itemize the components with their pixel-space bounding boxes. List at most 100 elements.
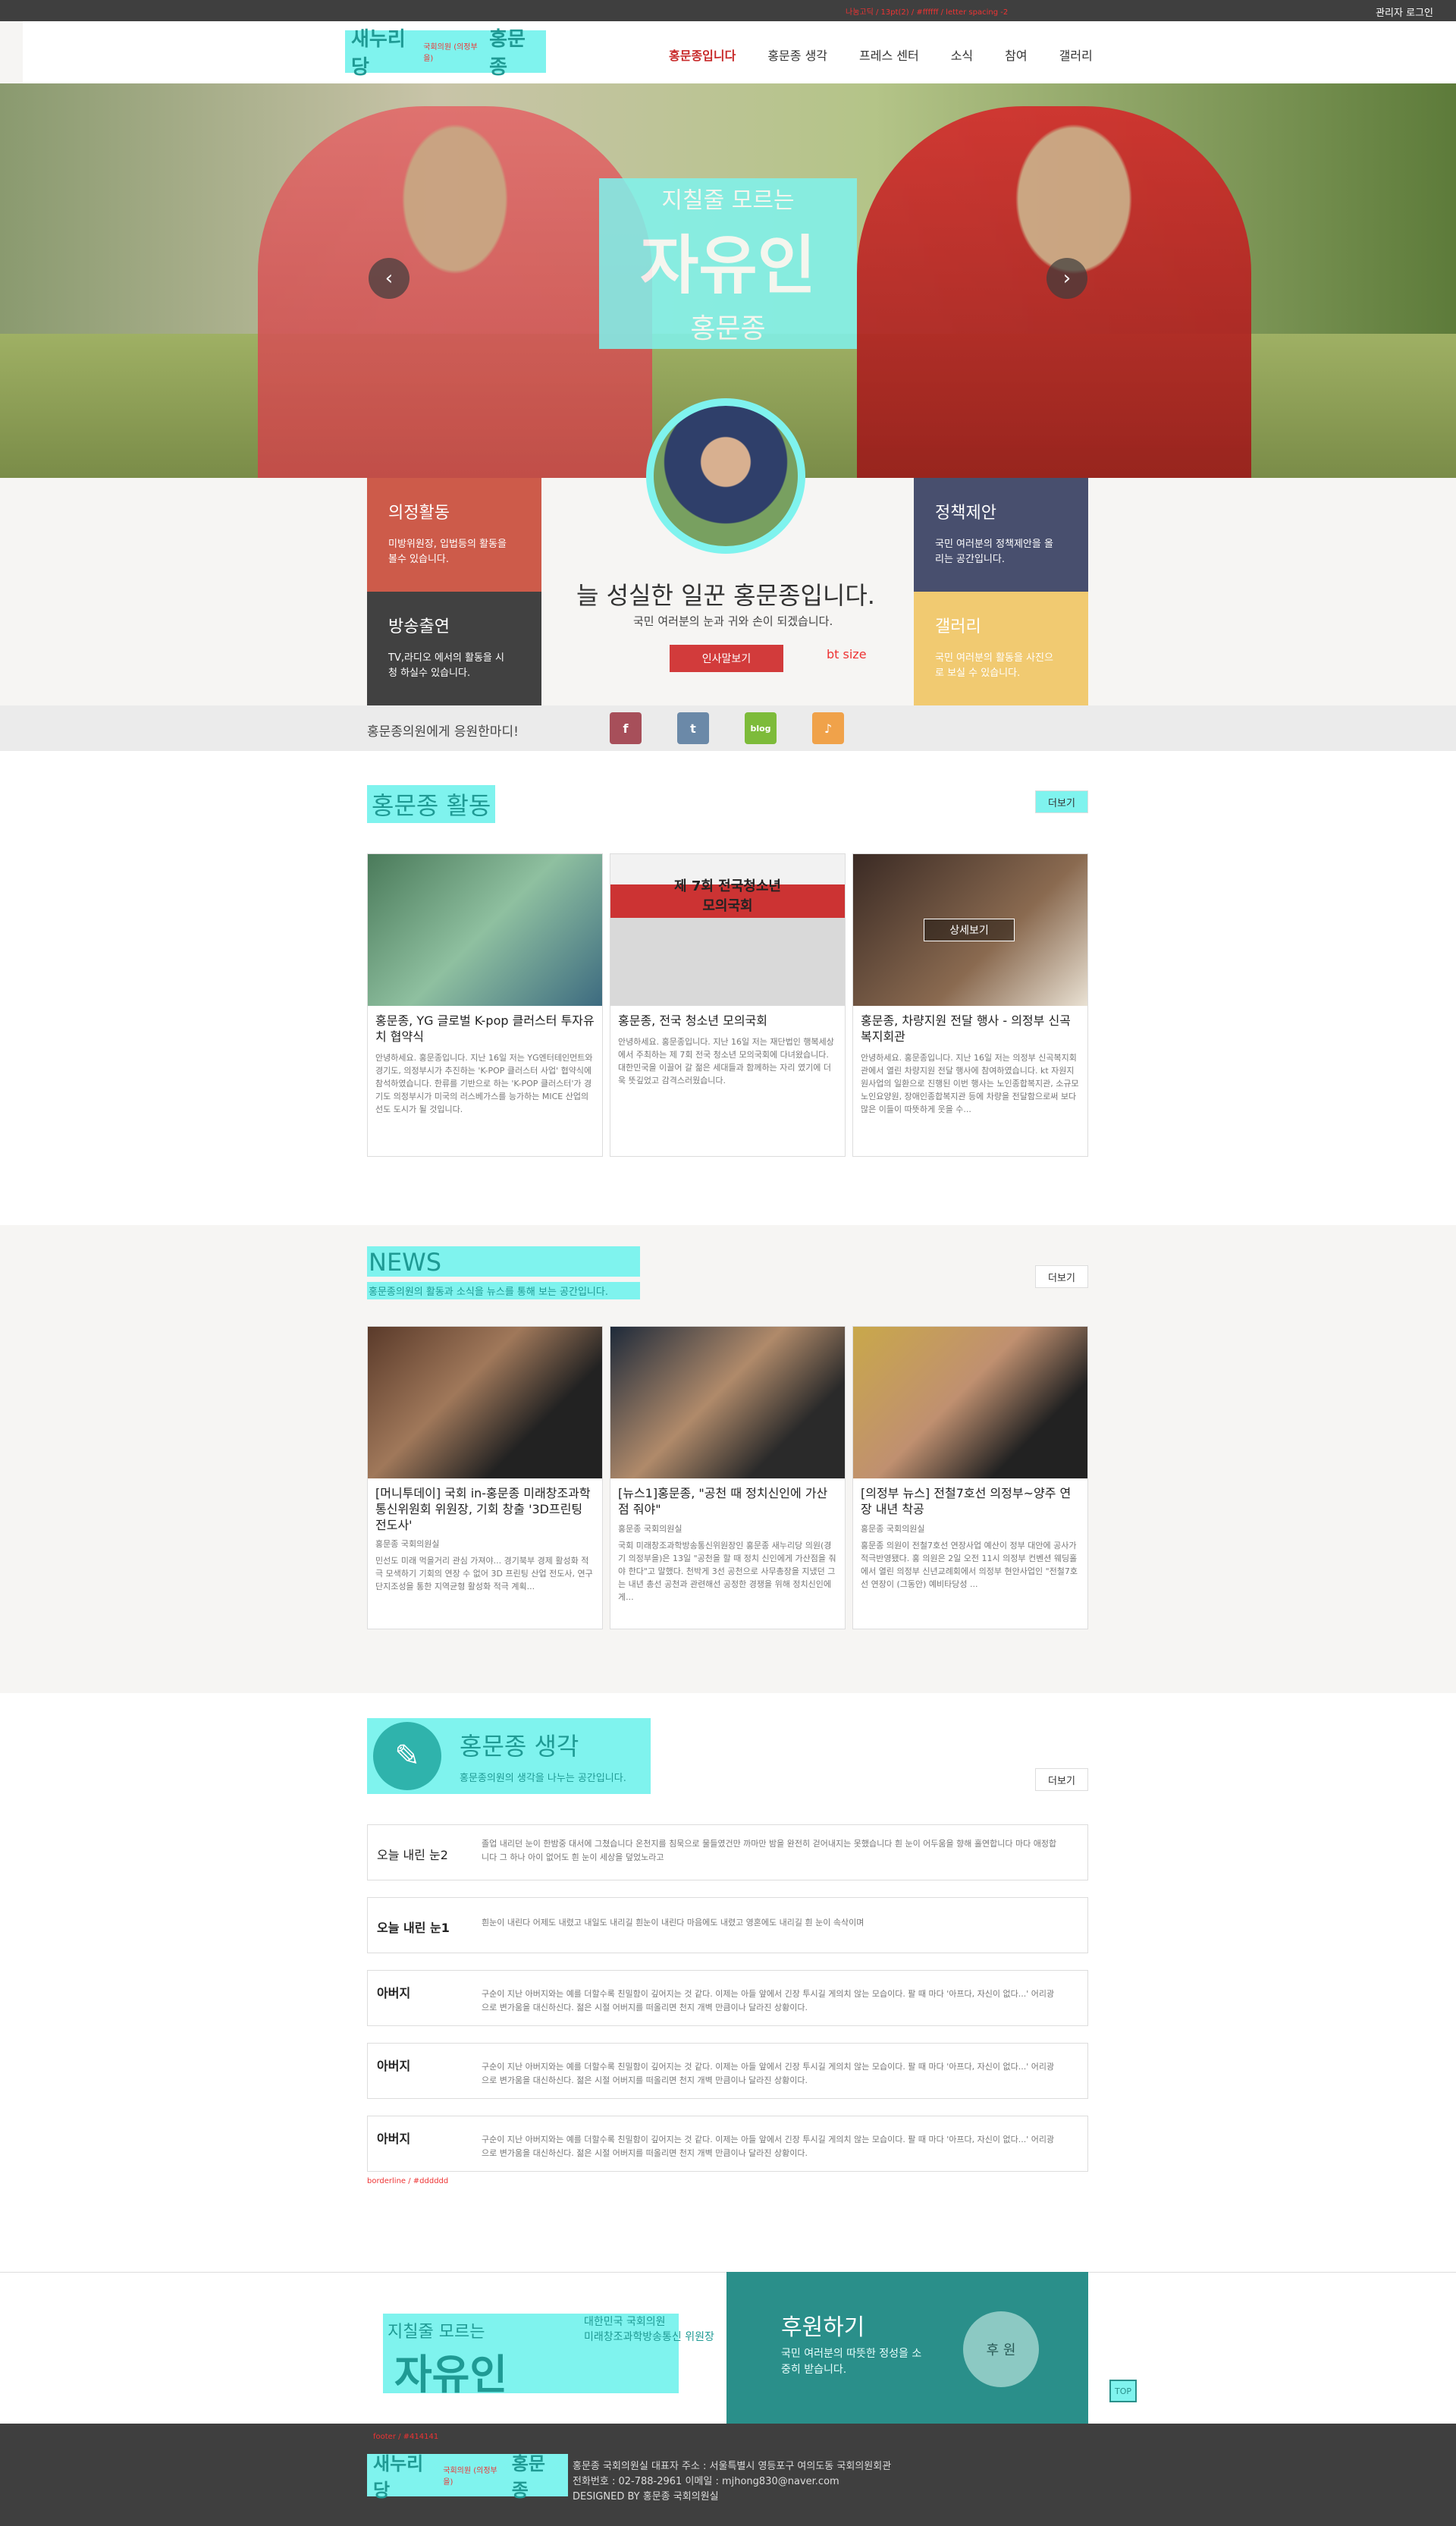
news-card[interactable]: [머니투데이] 국회 in-홍문종 미래창조과학통신위원회 위원장, 기회 창출…: [367, 1326, 603, 1629]
card-body: 안녕하세요. 홍문종입니다. 지난 16일 저는 의정부 신곡복지회관에서 열린…: [861, 1052, 1079, 1114]
donate-button[interactable]: 후 원: [963, 2311, 1039, 2387]
box-desc: 국민 여러분의 정책제안을 올리는 공간입니다.: [935, 539, 1053, 565]
nav-item-news[interactable]: 소식: [951, 46, 973, 64]
box-desc: TV,라디오 에서의 활동을 시청 하실수 있습니다.: [388, 652, 504, 679]
nav-item-thoughts[interactable]: 홍문종 생각: [767, 46, 827, 64]
thought-row-title: 아버지: [377, 2059, 411, 2073]
spec-note: 나눔고딕 / 13pt(2) / #ffffff / letter spacin…: [846, 8, 1009, 17]
thought-row-title: 오늘 내린 눈2: [377, 1848, 448, 1862]
activity-card[interactable]: 홍문종, YG 글로벌 K-pop 클러스터 투자유치 협약식 안녕하세요. 홍…: [367, 853, 603, 1157]
spec-note: borderline / #dddddd: [367, 2177, 449, 2185]
card-body: 국회 미래창조과학방송통신위원장인 홍문종 새누리당 의원(경기 의정부을)은 …: [618, 1540, 836, 1602]
slider-prev-button[interactable]: ‹: [369, 258, 410, 299]
slogan-line2: 자유인: [640, 228, 816, 303]
slogan-line3: 홍문종: [690, 313, 766, 344]
facebook-icon: f: [623, 721, 629, 736]
news-subtitle: 홍문종의원의 활동과 소식을 뉴스를 통해 보는 공간입니다.: [367, 1282, 640, 1299]
card-image: [368, 1327, 602, 1478]
kakao-icon: ♪: [824, 721, 833, 736]
footer-logo: 새누리당 국회의원 (의정부을) 홍문종: [367, 2453, 568, 2501]
box-title: 정책제안: [935, 504, 996, 523]
thought-row[interactable]: 오늘 내린 눈2 졸업 내리던 눈이 한밤중 대서에 그쳤습니다 온천지를 침묵…: [367, 1824, 1088, 1880]
kakao-button[interactable]: ♪: [812, 712, 844, 744]
news-more-button[interactable]: 더보기: [1035, 1265, 1088, 1288]
card-image: 제 7회 전국청소년모의국회: [610, 854, 845, 1006]
chevron-left-icon: ‹: [384, 267, 394, 290]
thought-row[interactable]: 아버지 구순이 지난 아버지와는 예를 더할수록 친밀함이 깊어지는 것 같다.…: [367, 1970, 1088, 2026]
card-title: 홍문종, YG 글로벌 K-pop 클러스터 투자유치 협약식: [375, 1013, 595, 1044]
box-title: 방송출연: [388, 617, 450, 636]
box-broadcast[interactable]: 방송출연 TV,라디오 에서의 활동을 시청 하실수 있습니다.: [367, 592, 541, 705]
activity-title: 홍문종 활동: [367, 785, 496, 823]
news-card[interactable]: [뉴스1]홍문종, "공천 때 정치신인에 가산점 줘야" 홍문종 국회의원실 …: [610, 1326, 846, 1629]
card-title: [의정부 뉴스] 전철7호선 의정부~양주 연장 내년 착공: [861, 1486, 1072, 1516]
footer-line1: 홍문종 국회의원실 대표자 주소 : 서울특별시 영등포구 여의도동 국회의원회…: [573, 2461, 892, 2472]
thought-row[interactable]: 아버지 구순이 지난 아버지와는 예를 더할수록 친밀함이 깊어지는 것 같다.…: [367, 2116, 1088, 2172]
footer-district-label: 국회의원 (의정부을): [443, 2467, 497, 2487]
support-text: 홍문종의원에게 응원한마디!: [367, 724, 519, 740]
thought-row-title: 아버지: [377, 1986, 411, 2000]
box-title: 의정활동: [388, 504, 450, 523]
thought-subtitle: 홍문종의원의 생각을 나누는 공간입니다.: [460, 1773, 626, 1784]
card-banner: 제 7회 전국청소년모의국회: [674, 878, 781, 914]
banner-slogan-big: 자유인: [394, 2351, 508, 2399]
hero-slogan: 지칠줄 모르는 자유인 홍문종: [599, 178, 857, 349]
card-body: 안녕하세요. 홍문종입니다. 지난 16일 저는 YG엔터테인먼트와 경기도, …: [375, 1052, 593, 1114]
card-image: [610, 1327, 845, 1478]
logo[interactable]: 새누리당 국회의원 (의정부을) 홍문종: [345, 28, 546, 79]
thought-row-title: 오늘 내린 눈1: [377, 1921, 450, 1935]
chevron-right-icon: ›: [1062, 267, 1072, 290]
box-title: 갤러리: [935, 617, 981, 636]
banner-committee: 미래창조과학방송통신 위원장: [584, 2331, 714, 2343]
top-bar: 나눔고딕 / 13pt(2) / #ffffff / letter spacin…: [0, 0, 1456, 21]
blog-button[interactable]: blog: [745, 712, 777, 744]
thought-row-title: 아버지: [377, 2132, 411, 2146]
thought-row-body: 구순이 지난 아버지와는 예를 더할수록 친밀함이 깊어지는 것 같다. 이제는…: [482, 2135, 1055, 2158]
activity-more-button[interactable]: 더보기: [1035, 790, 1088, 813]
slogan-line1: 지칠줄 모르는: [661, 187, 795, 214]
spec-note: footer / #414141: [373, 2433, 439, 2441]
banner-role: 대한민국 국회의원: [584, 2316, 666, 2328]
news-card[interactable]: [의정부 뉴스] 전철7호선 의정부~양주 연장 내년 착공 홍문종 국회의원실…: [852, 1326, 1088, 1629]
support-bar: 홍문종의원에게 응원한마디! f t blog ♪: [0, 705, 1456, 751]
politician-name: 홍문종: [489, 28, 526, 79]
thought-row-body: 구순이 지난 아버지와는 예를 더할수록 친밀함이 깊어지는 것 같다. 이제는…: [482, 2062, 1055, 2085]
box-activity[interactable]: 의정활동 미방위원장, 입법등의 활동을 볼수 있습니다.: [367, 478, 541, 592]
slider-next-button[interactable]: ›: [1046, 258, 1087, 299]
banner-slogan-small: 지칠줄 모르는: [388, 2323, 485, 2342]
nav-item-about[interactable]: 홍문종입니다: [669, 46, 736, 64]
twitter-button[interactable]: t: [677, 712, 709, 744]
thought-more-button[interactable]: 더보기: [1035, 1768, 1088, 1791]
facebook-button[interactable]: f: [610, 712, 642, 744]
nav-item-press[interactable]: 프레스 센터: [859, 46, 919, 64]
thought-row[interactable]: 아버지 구순이 지난 아버지와는 예를 더할수록 친밀함이 깊어지는 것 같다.…: [367, 2043, 1088, 2099]
donate-panel[interactable]: 후원하기 국민 여러분의 따뜻한 정성을 소중히 받습니다. 후 원: [726, 2272, 1088, 2424]
card-title: [뉴스1]홍문종, "공천 때 정치신인에 가산점 줘야": [618, 1486, 828, 1516]
activity-card[interactable]: 제 7회 전국청소년모의국회 홍문종, 전국 청소년 모의국회 안녕하세요. 홍…: [610, 853, 846, 1157]
box-policy[interactable]: 정책제안 국민 여러분의 정책제안을 올리는 공간입니다.: [914, 478, 1088, 592]
detail-button[interactable]: 상세보기: [924, 919, 1015, 941]
box-gallery[interactable]: 갤러리 국민 여러분의 활동을 사진으로 보실 수 있습니다.: [914, 592, 1088, 705]
portrait-photo: [646, 398, 805, 554]
nav-item-gallery[interactable]: 갤러리: [1059, 46, 1093, 64]
card-title: 홍문종, 전국 청소년 모의국회: [618, 1013, 767, 1028]
box-desc: 미방위원장, 입법등의 활동을 볼수 있습니다.: [388, 539, 507, 565]
twitter-icon: t: [690, 721, 696, 736]
card-image: 상세보기: [853, 854, 1087, 1006]
thought-row-body: 흰눈이 내린다 어제도 내렸고 내일도 내리길 흰눈이 내린다 마음에도 내렸고…: [482, 1918, 864, 1927]
card-body: 민선도 미래 먹을거리 관심 가져야... 경기북부 경제 활성화 적극 모색하…: [375, 1556, 593, 1592]
main-nav: 홍문종입니다 홍문종 생각 프레스 센터 소식 참여 갤러리: [669, 46, 1093, 64]
footer-politician-name: 홍문종: [511, 2453, 545, 2501]
card-source: 홍문종 국회의원실: [375, 1539, 440, 1550]
bt-size-label: bt size: [827, 647, 867, 661]
admin-login-link[interactable]: 관리자 로그인: [1376, 5, 1433, 19]
thought-row[interactable]: 오늘 내린 눈1 흰눈이 내린다 어제도 내렸고 내일도 내리길 흰눈이 내린다…: [367, 1897, 1088, 1953]
thought-row-body: 구순이 지난 아버지와는 예를 더할수록 친밀함이 깊어지는 것 같다. 이제는…: [482, 1989, 1055, 2012]
activity-card[interactable]: 상세보기 홍문종, 차량지원 전달 행사 - 의정부 신곡복지회관 안녕하세요.…: [852, 853, 1088, 1157]
donate-desc: 국민 여러분의 따뜻한 정성을 소중히 받습니다.: [781, 2348, 922, 2376]
top-button[interactable]: TOP: [1109, 2380, 1137, 2402]
card-image: [368, 854, 602, 1006]
nav-item-participate[interactable]: 참여: [1005, 46, 1027, 64]
intro-headline: 늘 성실한 일꾼 홍문종입니다.: [576, 581, 875, 610]
greeting-button[interactable]: 인사말보기: [670, 645, 783, 672]
